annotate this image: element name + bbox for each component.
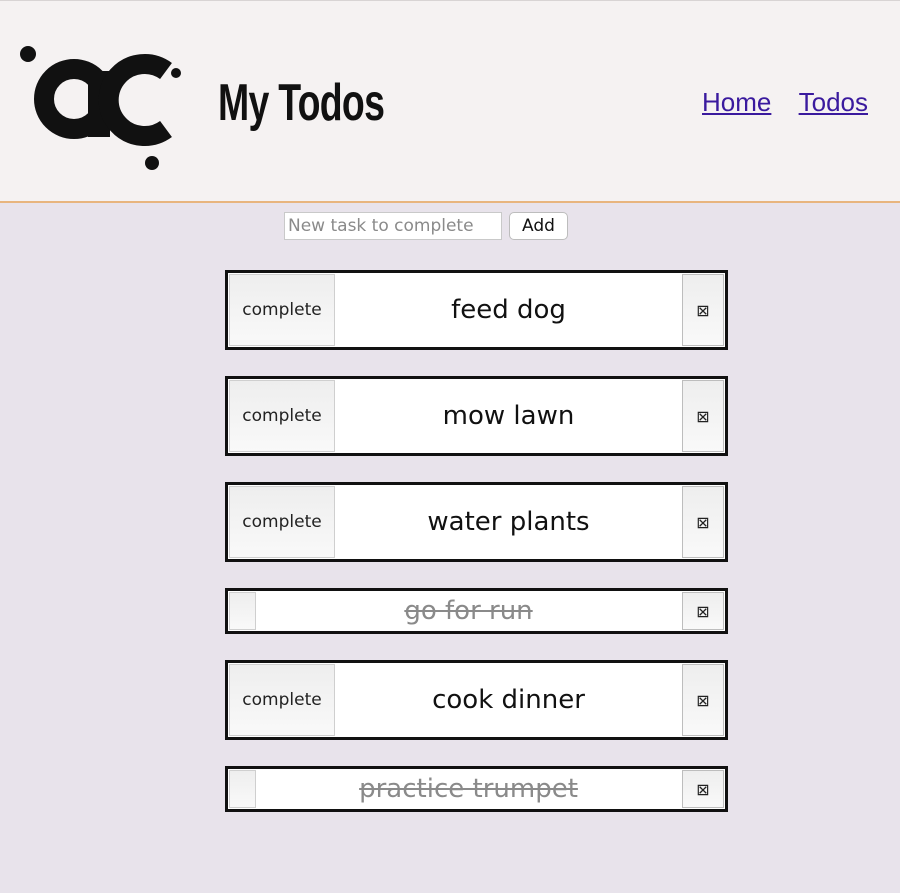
todo-item-completed: practice trumpet ⊠ bbox=[225, 766, 728, 812]
delete-icon[interactable]: ⊠ bbox=[682, 770, 724, 808]
complete-button[interactable]: complete bbox=[229, 274, 335, 346]
delete-icon[interactable]: ⊠ bbox=[682, 380, 724, 452]
todo-item: complete water plants ⊠ bbox=[225, 482, 728, 562]
delete-icon[interactable]: ⊠ bbox=[682, 592, 724, 630]
todo-item: complete mow lawn ⊠ bbox=[225, 376, 728, 456]
complete-button[interactable]: complete bbox=[229, 664, 335, 736]
logo-icon bbox=[20, 46, 181, 170]
complete-button[interactable]: complete bbox=[229, 380, 335, 452]
complete-toggle[interactable] bbox=[229, 592, 256, 630]
page-title: My Todos bbox=[218, 74, 385, 132]
todo-item: complete cook dinner ⊠ bbox=[225, 660, 728, 740]
todo-text: water plants bbox=[427, 507, 590, 537]
delete-icon[interactable]: ⊠ bbox=[682, 274, 724, 346]
nav-link-home[interactable]: Home bbox=[702, 87, 771, 117]
complete-toggle[interactable] bbox=[229, 770, 256, 808]
todo-item: complete feed dog ⊠ bbox=[225, 270, 728, 350]
main-nav: Home Todos bbox=[682, 85, 868, 119]
new-task-form: Add bbox=[284, 212, 568, 240]
todo-text: mow lawn bbox=[442, 401, 575, 431]
site-header: My Todos Home Todos bbox=[0, 0, 900, 203]
delete-icon[interactable]: ⊠ bbox=[682, 486, 724, 558]
new-task-input[interactable] bbox=[284, 212, 502, 240]
todo-text: feed dog bbox=[451, 295, 566, 325]
todo-item-completed: go for run ⊠ bbox=[225, 588, 728, 634]
todo-text: cook dinner bbox=[432, 685, 585, 715]
add-task-button[interactable]: Add bbox=[509, 212, 568, 240]
todo-text: practice trumpet bbox=[359, 774, 578, 804]
complete-button[interactable]: complete bbox=[229, 486, 335, 558]
nav-link-todos[interactable]: Todos bbox=[799, 87, 868, 117]
todo-text: go for run bbox=[404, 596, 533, 626]
delete-icon[interactable]: ⊠ bbox=[682, 664, 724, 736]
